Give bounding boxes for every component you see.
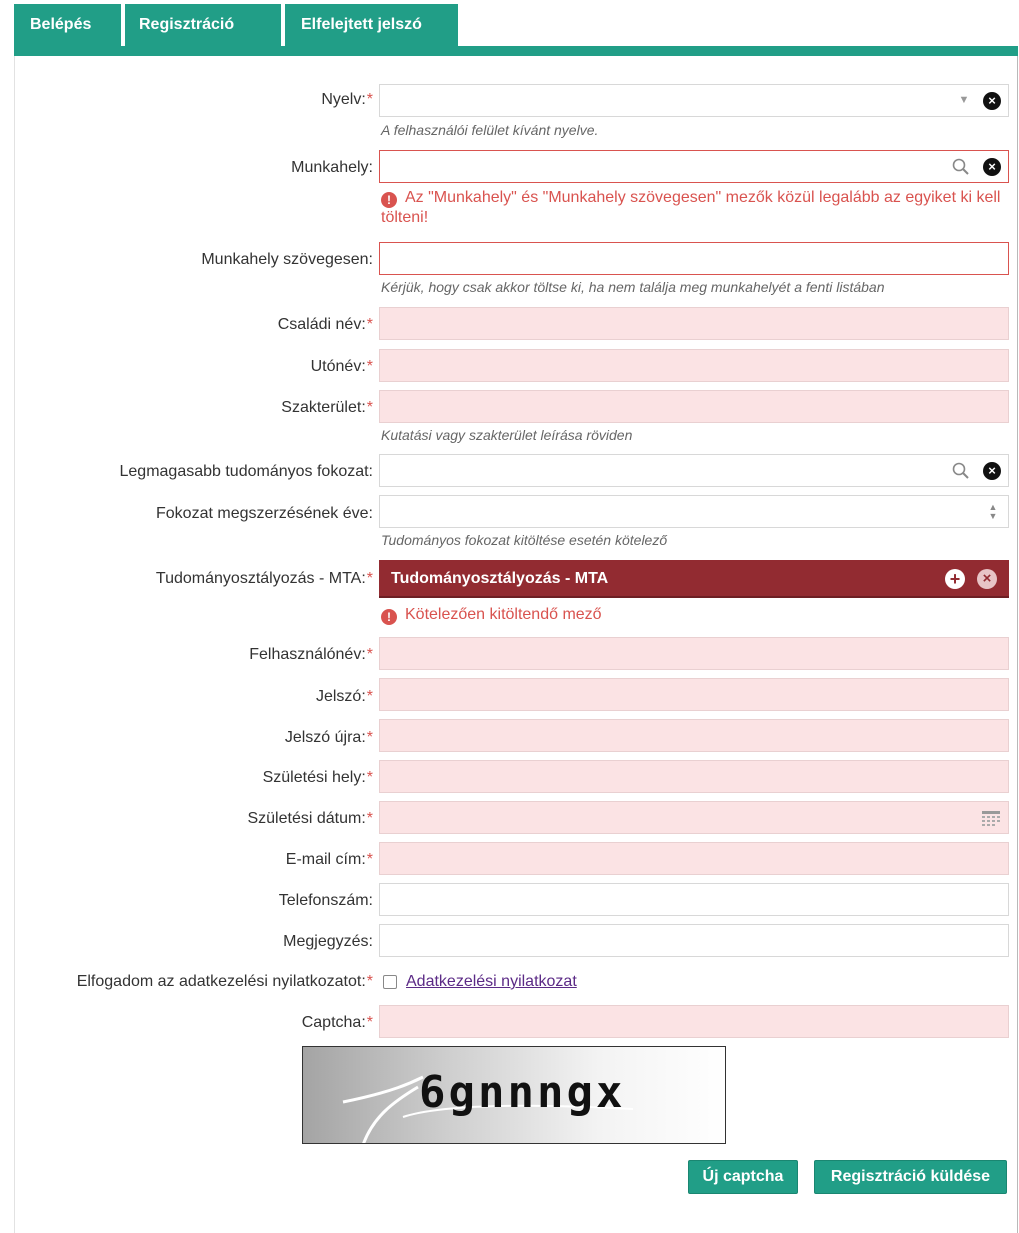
captcha-text: 6gnnngx bbox=[419, 1067, 626, 1118]
tab-forgot-password[interactable]: Elfelejtett jelszó bbox=[285, 4, 458, 46]
expertise-hint: Kutatási vagy szakterület leírása rövide… bbox=[381, 427, 633, 443]
degree-year-hint: Tudományos fokozat kitöltése esetén köte… bbox=[381, 532, 668, 548]
language-label: Nyelv:* bbox=[321, 91, 373, 108]
workplace-text-input[interactable] bbox=[379, 242, 1009, 275]
close-icon[interactable]: × bbox=[982, 85, 1002, 116]
email-label: E-mail cím:* bbox=[285, 851, 373, 868]
privacy-link[interactable]: Adatkezelési nyilatkozat bbox=[406, 972, 577, 992]
given-name-label: Utónév:* bbox=[310, 358, 373, 375]
mta-label: Tudományosztályozás - MTA:* bbox=[155, 570, 373, 587]
language-hint: A felhasználói felület kívánt nyelve. bbox=[381, 122, 599, 138]
password-input[interactable] bbox=[379, 678, 1009, 711]
degree-year-input[interactable]: ▲ ▼ bbox=[379, 495, 1009, 528]
mta-error: ! Kötelezően kitöltendő mező bbox=[381, 605, 602, 625]
search-icon[interactable] bbox=[950, 151, 972, 182]
note-label: Megjegyzés: bbox=[283, 933, 373, 950]
captcha-input[interactable] bbox=[379, 1005, 1009, 1038]
mta-selector-label: Tudományosztályozás - MTA bbox=[391, 570, 609, 587]
workplace-text-hint: Kérjük, hogy csak akkor töltse ki, ha ne… bbox=[381, 279, 885, 295]
close-icon[interactable]: × bbox=[982, 455, 1002, 486]
birth-date-label: Születési dátum:* bbox=[247, 810, 373, 827]
workplace-text-label: Munkahely szövegesen: bbox=[201, 251, 373, 268]
close-icon[interactable]: × bbox=[982, 151, 1002, 182]
username-label: Felhasználónév:* bbox=[249, 646, 373, 663]
search-icon[interactable] bbox=[950, 455, 972, 486]
privacy-label: Elfogadom az adatkezelési nyilatkozatot:… bbox=[76, 973, 373, 990]
new-captcha-button[interactable]: Új captcha bbox=[688, 1160, 798, 1194]
workplace-input[interactable]: × bbox=[379, 150, 1009, 183]
captcha-label: Captcha:* bbox=[301, 1014, 373, 1031]
calendar-icon[interactable] bbox=[980, 802, 1002, 833]
degree-year-label: Fokozat megszerzésének éve: bbox=[156, 505, 373, 522]
birth-place-label: Születési hely:* bbox=[262, 769, 373, 786]
workplace-error: ! Az "Munkahely" és "Munkahely szövegesen… bbox=[381, 189, 1001, 226]
degree-input[interactable]: × bbox=[379, 454, 1009, 487]
workplace-label: Munkahely: bbox=[291, 159, 373, 176]
password-label: Jelszó:* bbox=[315, 688, 373, 705]
phone-label: Telefonszám: bbox=[278, 892, 373, 909]
mta-selector[interactable]: Tudományosztályozás - MTA + × bbox=[379, 560, 1009, 598]
family-name-label: Családi név:* bbox=[277, 316, 373, 333]
exclamation-icon: ! bbox=[381, 609, 397, 625]
birth-place-input[interactable] bbox=[379, 760, 1009, 793]
language-select[interactable]: ▼ × bbox=[379, 84, 1009, 117]
privacy-checkbox[interactable] bbox=[383, 975, 397, 989]
captcha-image: 6gnnngx bbox=[302, 1046, 726, 1144]
password-again-label: Jelszó újra:* bbox=[284, 729, 373, 746]
degree-label: Legmagasabb tudományos fokozat: bbox=[119, 463, 374, 480]
close-icon[interactable]: × bbox=[977, 569, 997, 589]
plus-circle-icon[interactable]: + bbox=[945, 569, 965, 589]
username-input[interactable] bbox=[379, 637, 1009, 670]
spinner-icon[interactable]: ▲ ▼ bbox=[986, 496, 1000, 527]
expertise-label: Szakterület:* bbox=[281, 399, 373, 416]
given-name-input[interactable] bbox=[379, 349, 1009, 382]
family-name-input[interactable] bbox=[379, 307, 1009, 340]
tab-register[interactable]: Regisztráció bbox=[125, 4, 281, 46]
exclamation-icon: ! bbox=[381, 192, 397, 208]
chevron-down-icon[interactable]: ▼ bbox=[956, 85, 972, 116]
note-input[interactable] bbox=[379, 924, 1009, 957]
phone-input[interactable] bbox=[379, 883, 1009, 916]
expertise-input[interactable] bbox=[379, 390, 1009, 423]
tab-login[interactable]: Belépés bbox=[14, 4, 121, 46]
birth-date-input[interactable] bbox=[379, 801, 1009, 834]
submit-registration-button[interactable]: Regisztráció küldése bbox=[814, 1160, 1007, 1194]
email-input[interactable] bbox=[379, 842, 1009, 875]
password-again-input[interactable] bbox=[379, 719, 1009, 752]
